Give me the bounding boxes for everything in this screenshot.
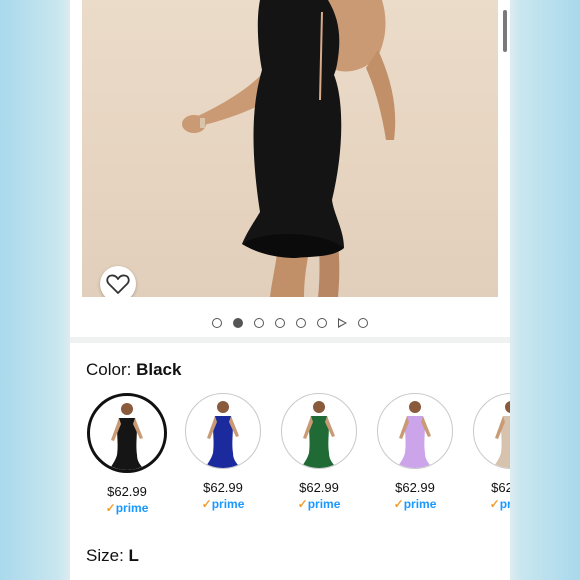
color-selector-card: Color: Black $62.99 ✓prime $62.99 ✓prime $62…	[70, 343, 510, 580]
color-swatch-navy[interactable]: $62.99 ✓prime	[183, 393, 263, 511]
gallery-dot[interactable]	[233, 318, 243, 328]
swatch-image	[377, 393, 453, 469]
prime-badge: ✓prime	[201, 497, 245, 511]
swatch-price: $62.99	[491, 480, 510, 495]
color-swatch-black[interactable]: $62.99 ✓prime	[87, 393, 167, 515]
heart-icon	[106, 274, 130, 294]
favorite-button[interactable]	[100, 266, 136, 297]
swatch-price: $62.99	[395, 480, 435, 495]
color-label-text: Color:	[86, 360, 132, 379]
swatch-image	[281, 393, 357, 469]
swatch-image	[185, 393, 261, 469]
swatch-price: $62.99	[299, 480, 339, 495]
gallery-dot[interactable]	[296, 318, 306, 328]
product-photo[interactable]	[82, 0, 498, 297]
swatch-price: $62.99	[203, 480, 243, 495]
color-swatch-nude[interactable]: $62.99 ✓prime	[471, 393, 510, 511]
size-label-text: Size:	[86, 546, 124, 565]
prime-badge: ✓prime	[393, 497, 437, 511]
gallery-pagination	[70, 316, 510, 330]
dress-photo-illustration	[182, 0, 396, 297]
gallery-dot[interactable]	[275, 318, 285, 328]
prime-badge: ✓prime	[105, 501, 149, 515]
prime-badge: ✓prime	[297, 497, 341, 511]
color-swatch-list: $62.99 ✓prime $62.99 ✓prime $62.99 ✓prime $62.…	[87, 393, 510, 523]
gallery-dot[interactable]	[212, 318, 222, 328]
color-label: Color: Black	[86, 360, 181, 380]
prime-badge: ✓prime	[489, 497, 510, 511]
gallery-dot[interactable]	[254, 318, 264, 328]
gallery-dot[interactable]	[358, 318, 368, 328]
swatch-image	[473, 393, 510, 469]
color-swatch-green[interactable]: $62.99 ✓prime	[279, 393, 359, 511]
play-icon[interactable]	[338, 318, 347, 328]
product-image-card	[70, 0, 510, 337]
swatch-price: $62.99	[107, 484, 147, 499]
scrollbar[interactable]	[503, 10, 507, 52]
size-label: Size: L	[86, 546, 139, 566]
swatch-image	[87, 393, 167, 473]
app-screen: Color: Black $62.99 ✓prime $62.99 ✓prime $62…	[70, 0, 510, 580]
selected-color-value: Black	[136, 360, 182, 379]
color-swatch-lavender[interactable]: $62.99 ✓prime	[375, 393, 455, 511]
gallery-dot[interactable]	[317, 318, 327, 328]
selected-size-value: L	[128, 546, 139, 565]
